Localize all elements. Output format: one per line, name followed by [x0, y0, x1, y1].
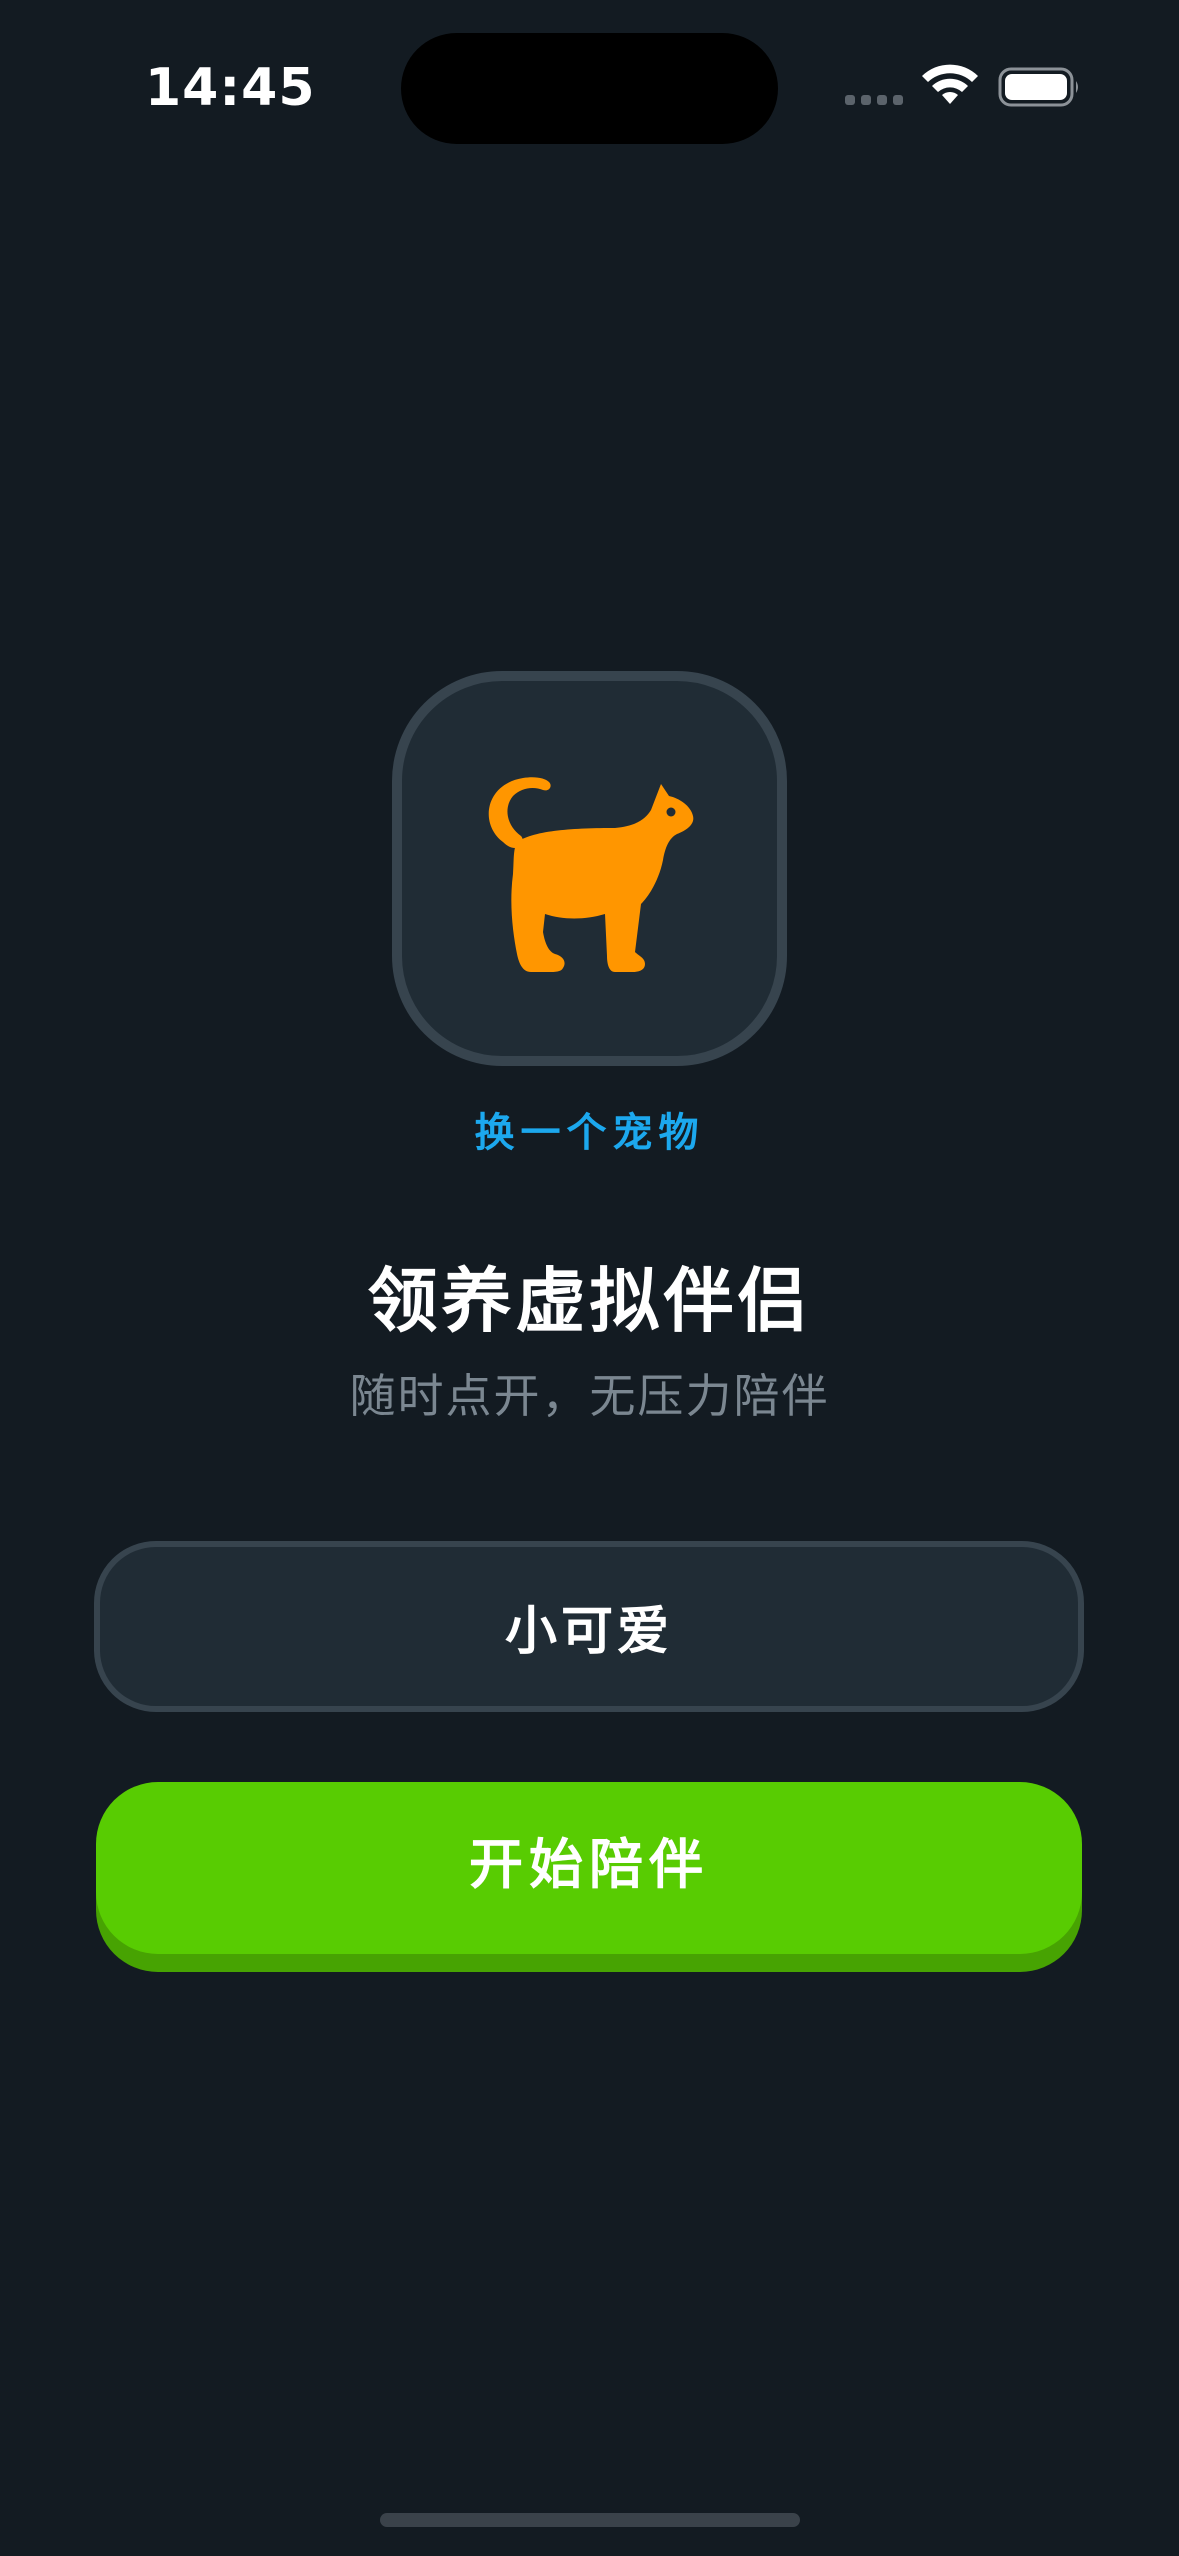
cat-icon	[488, 776, 693, 972]
pet-name-input[interactable]	[94, 1541, 1084, 1712]
page-title: 领养虚拟伴侣	[367, 1260, 812, 1342]
page-subtitle: 随时点开，无压力陪伴	[349, 1369, 830, 1423]
adopt-pet-screen: 14:45 换一个宠物 领养虚拟伴侣 随时点开，无压力陪伴 开始陪伴	[0, 0, 1179, 2556]
status-time: 14:45	[145, 58, 316, 118]
home-indicator	[380, 2513, 800, 2527]
change-pet-link[interactable]: 换一个宠物	[0, 1105, 1179, 1161]
pet-avatar-tile	[392, 671, 787, 1066]
start-companion-button[interactable]: 开始陪伴	[96, 1782, 1082, 1954]
cellular-signal-icon	[845, 95, 905, 107]
dynamic-island	[401, 33, 778, 144]
wifi-icon	[922, 64, 978, 104]
battery-icon	[998, 67, 1078, 107]
